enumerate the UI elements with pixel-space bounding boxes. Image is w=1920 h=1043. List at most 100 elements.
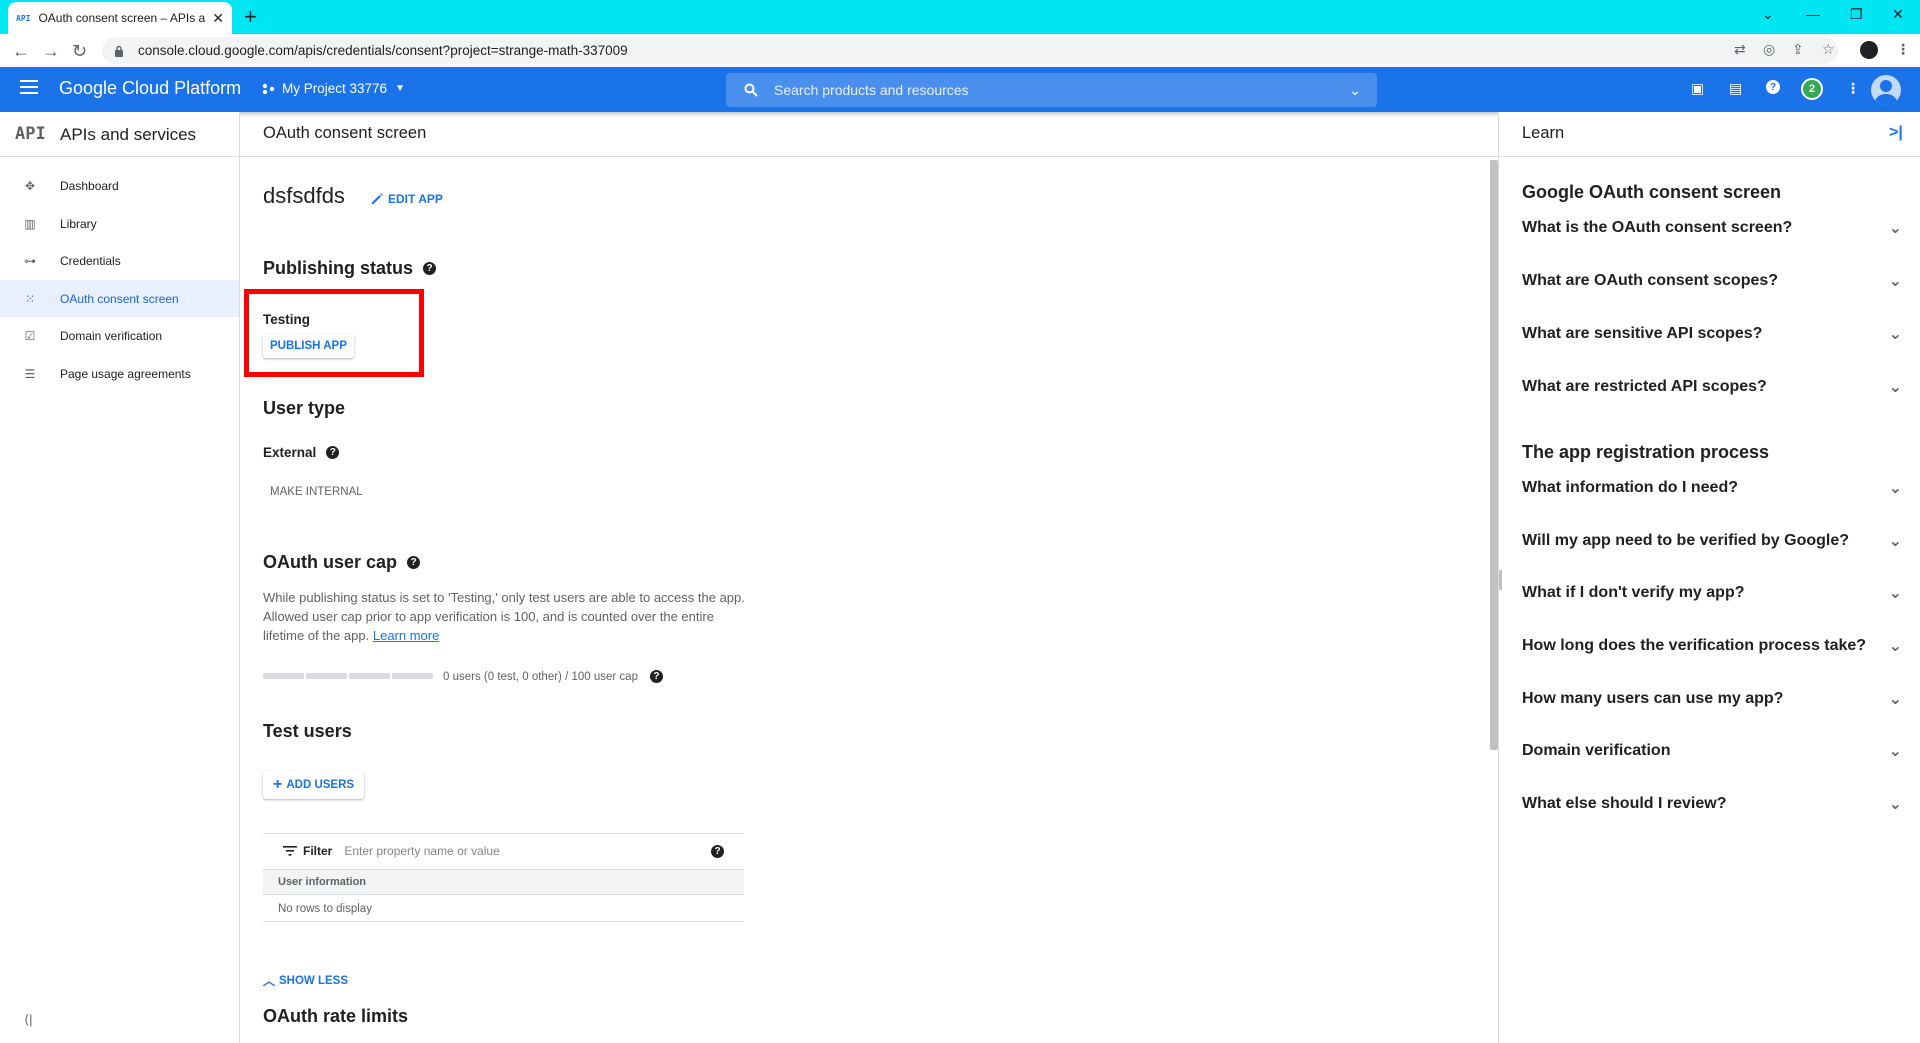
sidebar-item-page-usage-agreements[interactable]: ☰ Page usage agreements: [0, 355, 239, 392]
cloud-shell-icon[interactable]: ▤: [1729, 80, 1742, 97]
help-icon[interactable]: ?: [326, 446, 340, 459]
faq-question: What else should I review?: [1522, 795, 1727, 812]
pencil-icon: [372, 193, 383, 204]
sidebar-item-label: OAuth consent screen: [60, 291, 179, 306]
help-icon[interactable]: ?: [1766, 80, 1780, 94]
help-icon[interactable]: ?: [711, 844, 724, 858]
learn-faq-item[interactable]: What are OAuth consent scopes? ⌄: [1522, 266, 1902, 296]
add-users-label: ADD USERS: [286, 779, 355, 791]
sidebar-item-library[interactable]: ▥ Library: [0, 205, 239, 242]
more-options-icon[interactable]: ⋮: [1846, 80, 1860, 97]
learn-faq-item[interactable]: What are sensitive API scopes? ⌄: [1522, 319, 1902, 349]
search-placeholder: Search products and resources: [774, 82, 969, 98]
new-tab-icon[interactable]: +: [244, 4, 257, 30]
sidebar-item-dashboard[interactable]: ✥ Dashboard: [0, 167, 239, 204]
reload-icon[interactable]: ↻: [72, 41, 87, 62]
user-cap-title: OAuth user cap: [263, 552, 398, 572]
chevron-down-icon: ⌄: [1888, 480, 1902, 497]
panel-resize-handle[interactable]: [1499, 570, 1502, 590]
learn-faq-item[interactable]: What are restricted API scopes? ⌄: [1522, 372, 1902, 402]
notifications-badge[interactable]: 2: [1801, 78, 1823, 100]
chevron-down-icon: ⌄: [1888, 326, 1902, 343]
learn-faq-item[interactable]: Domain verification ⌄: [1522, 736, 1902, 766]
help-icon[interactable]: ?: [423, 262, 437, 275]
project-icon: [262, 83, 275, 94]
sidebar-item-credentials[interactable]: ⊶ Credentials: [0, 242, 239, 279]
back-icon[interactable]: ←: [12, 41, 30, 62]
brand-title[interactable]: Google Cloud Platform: [59, 78, 241, 99]
learn-divider: [1499, 156, 1920, 157]
chevron-down-icon: ⌄: [1888, 743, 1902, 760]
filter-bar[interactable]: Filter Enter property name or value ?: [263, 833, 744, 868]
sidebar: API APIs and services ✥ Dashboard ▥ Libr…: [0, 112, 240, 1043]
close-window-icon[interactable]: ✕: [1892, 6, 1904, 23]
help-icon[interactable]: ?: [407, 556, 421, 569]
search-expand-icon[interactable]: ⌄: [1349, 82, 1361, 99]
rate-limits-heading: OAuth rate limits: [263, 1006, 409, 1026]
tab-search-icon[interactable]: ⌄: [1762, 6, 1774, 23]
key-icon: ⊶: [24, 253, 36, 268]
lock-icon: [115, 45, 123, 57]
scrollbar-thumb[interactable]: [1490, 160, 1498, 750]
dashboard-icon: ✥: [24, 178, 36, 193]
forward-icon[interactable]: →: [42, 41, 60, 62]
project-name: My Project 33776: [282, 81, 388, 96]
sidebar-item-domain-verification[interactable]: ☑ Domain verification: [0, 317, 239, 354]
learn-section-heading: Google OAuth consent screen: [1522, 182, 1782, 202]
learn-faq-item[interactable]: Will my app need to be verified by Googl…: [1522, 526, 1902, 556]
address-bar[interactable]: console.cloud.google.com/apis/credential…: [102, 37, 1838, 64]
profile-icon[interactable]: [1860, 41, 1878, 59]
browser-tab[interactable]: API OAuth consent screen – APIs and serv…: [8, 2, 232, 34]
translate-icon[interactable]: ⇄: [1734, 41, 1746, 58]
faq-question: What are restricted API scopes?: [1522, 378, 1767, 395]
show-less-button[interactable]: ︿ SHOW LESS: [263, 972, 348, 989]
favicon: API: [16, 13, 31, 23]
sidebar-title: APIs and services: [60, 125, 197, 144]
learn-faq-item[interactable]: What is the OAuth consent screen? ⌄: [1522, 213, 1902, 243]
project-selector[interactable]: My Project 33776 ▼: [262, 81, 405, 96]
gift-icon[interactable]: ▣: [1691, 80, 1704, 97]
browser-menu-icon[interactable]: ⋮: [1896, 41, 1910, 58]
library-icon: ▥: [24, 216, 36, 231]
progress-segment: [349, 673, 390, 679]
close-tab-icon[interactable]: ✕: [212, 10, 224, 27]
share-icon[interactable]: ⇪: [1792, 41, 1804, 58]
chevron-down-icon: ⌄: [1888, 638, 1902, 655]
learn-faq-item[interactable]: What else should I review? ⌄: [1522, 789, 1902, 819]
filter-input[interactable]: Enter property name or value: [344, 844, 499, 858]
sidebar-item-label: Library: [60, 216, 97, 231]
api-logo: API: [15, 124, 46, 144]
faq-question: What if I don't verify my app?: [1522, 584, 1745, 601]
minimize-icon[interactable]: —: [1806, 6, 1820, 22]
restore-icon[interactable]: ❐: [1850, 6, 1863, 23]
close-panel-icon[interactable]: >|: [1889, 124, 1903, 142]
learn-faq-item[interactable]: How long does the verification process t…: [1522, 631, 1902, 661]
publish-app-button[interactable]: PUBLISH APP: [263, 334, 354, 358]
user-cap-description: While publishing status is set to 'Testi…: [263, 588, 753, 645]
collapse-sidebar-icon[interactable]: ⟨|: [24, 1012, 32, 1028]
chevron-down-icon: ⌄: [1888, 796, 1902, 813]
learn-faq-item[interactable]: What information do I need? ⌄: [1522, 473, 1902, 503]
edit-app-button[interactable]: EDIT APP: [370, 192, 443, 206]
eye-off-icon[interactable]: ◎: [1763, 41, 1775, 58]
faq-question: Domain verification: [1522, 742, 1671, 759]
sidebar-item-oauth-consent-screen[interactable]: ⁙ OAuth consent screen: [0, 280, 239, 317]
filter-button[interactable]: Filter: [283, 844, 332, 858]
url-text: console.cloud.google.com/apis/credential…: [138, 43, 628, 58]
user-cap-text: While publishing status is set to 'Testi…: [263, 590, 745, 643]
table-empty-row: No rows to display: [263, 896, 744, 922]
bookmark-star-icon[interactable]: ☆: [1822, 41, 1835, 58]
highlight-box: [244, 289, 424, 377]
table-header[interactable]: User information: [263, 869, 744, 895]
add-users-button[interactable]: + ADD USERS: [263, 771, 365, 799]
avatar[interactable]: [1871, 75, 1901, 105]
make-internal-button[interactable]: MAKE INTERNAL: [270, 486, 363, 498]
search-bar[interactable]: Search products and resources ⌄: [726, 73, 1377, 107]
help-icon[interactable]: ?: [649, 670, 663, 683]
menu-icon[interactable]: [20, 80, 38, 94]
learn-faq-item[interactable]: What if I don't verify my app? ⌄: [1522, 578, 1902, 608]
page-divider: [240, 156, 1498, 157]
filter-label: Filter: [303, 844, 333, 858]
learn-faq-item[interactable]: How many users can use my app? ⌄: [1522, 684, 1902, 714]
learn-more-link[interactable]: Learn more: [373, 628, 439, 643]
